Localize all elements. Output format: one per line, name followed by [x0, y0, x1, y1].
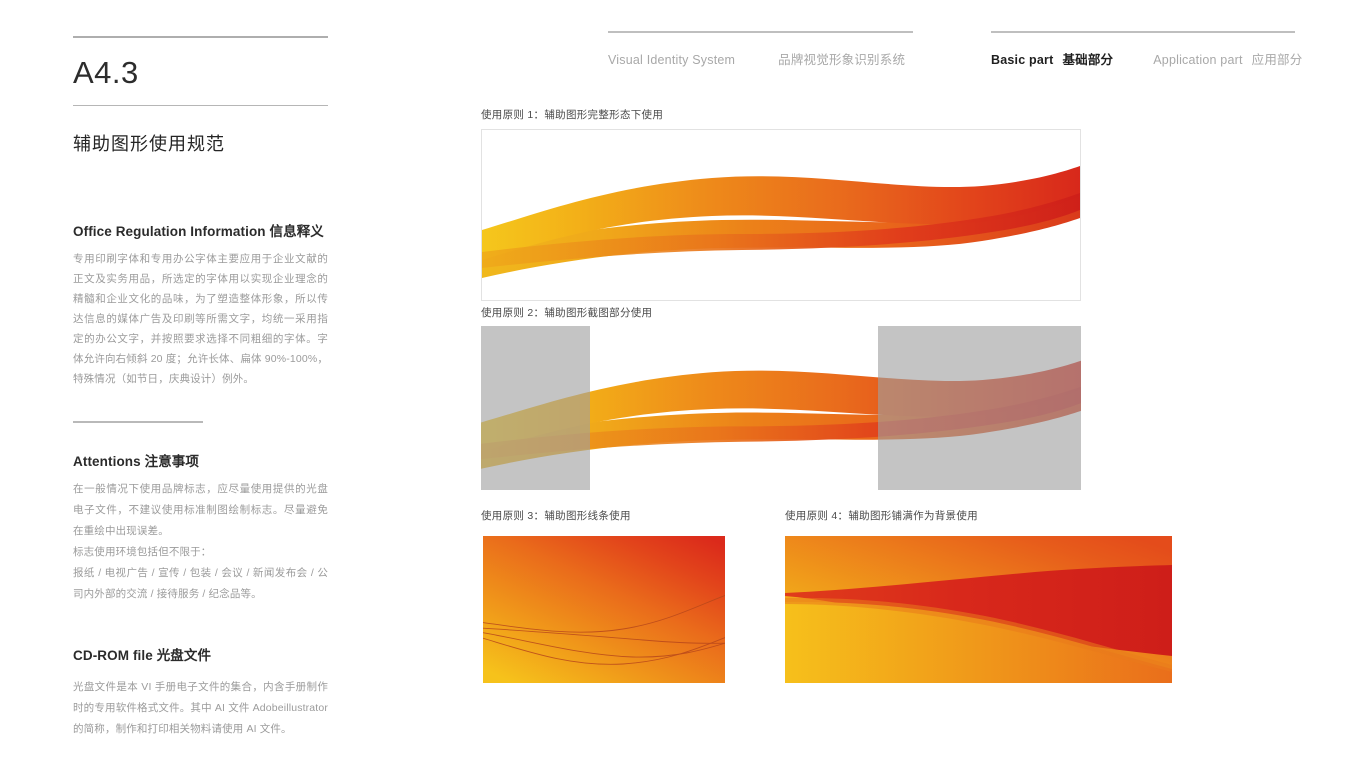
- chapter-top-rule: [73, 36, 328, 38]
- section-body-cdrom-file: 光盘文件是本 VI 手册电子文件的集合，内含手册制作时的专用软件格式文件。其中 …: [73, 681, 328, 735]
- line-graphic: [483, 536, 725, 683]
- panel-caption-4: 使用原则 4：辅助图形铺满作为背景使用: [785, 510, 978, 522]
- header-label-vis-en: Visual Identity System: [608, 53, 736, 67]
- panel-caption-3: 使用原则 3：辅助图形线条使用: [481, 510, 631, 522]
- section-heading-attentions: Attentions 注意事项: [73, 454, 199, 469]
- panel-caption-1: 使用原则 1：辅助图形完整形态下使用: [481, 109, 664, 121]
- nav-basic-part-en[interactable]: Basic part: [991, 53, 1053, 67]
- section-cdrom-file: CD-ROM file 光盘文件 光盘文件是本 VI 手册电子文件的集合，内含手…: [73, 644, 328, 740]
- nav-application-part-en[interactable]: Application part: [1153, 53, 1242, 67]
- header-items-left: Visual Identity System 品牌视觉形象识别系统: [608, 49, 913, 68]
- panel-1-full-form: [481, 129, 1081, 301]
- header-rule-left: [608, 31, 913, 33]
- header-rule-right: [991, 31, 1295, 33]
- brand-guideline-page: A4.3 辅助图形使用规范 Office Regulation Informat…: [0, 0, 1366, 768]
- left-column: A4.3 辅助图形使用规范 Office Regulation Informat…: [73, 36, 328, 740]
- panel-2-cropped-form: [481, 326, 1081, 490]
- header-group-parts: Basic part 基础部分 Application part 应用部分: [991, 31, 1302, 68]
- section-heading-cdrom-file: CD-ROM file 光盘文件: [73, 648, 212, 663]
- chapter-bottom-rule: [73, 105, 328, 106]
- background-fill-graphic: [785, 536, 1172, 683]
- nav-application-part-cn[interactable]: 应用部分: [1252, 49, 1303, 68]
- nav-basic-part-cn[interactable]: 基础部分: [1062, 49, 1113, 68]
- chapter-code: A4.3: [73, 55, 139, 90]
- header-label-vis-cn: 品牌视觉形象识别系统: [778, 53, 906, 67]
- crop-mask-left: [481, 326, 590, 490]
- section-body-attentions-line3: 报纸 / 电视广告 / 宣传 / 包装 / 会议 / 新闻发布会 / 公司内外部…: [73, 567, 328, 600]
- panel-4-background-form: [785, 536, 1172, 683]
- section-body-attentions: 在一般情况下使用品牌标志，应尽量使用提供的光盘电子文件，不建议使用标准制图绘制标…: [73, 483, 328, 537]
- section-attentions: Attentions 注意事项 在一般情况下使用品牌标志，应尽量使用提供的光盘电…: [73, 450, 328, 605]
- ribbon-graphic-full: [482, 166, 1080, 278]
- section-body-attentions-line2: 标志使用环境包括但不限于：: [73, 546, 212, 558]
- section-body-office-regulation: 专用印刷字体和专用办公字体主要应用于企业文献的正文及实务用品，所选定的字体用以实…: [73, 253, 328, 385]
- section-office-regulation: Office Regulation Information 信息释义 专用印刷字…: [73, 220, 328, 389]
- crop-mask-right: [878, 326, 1081, 490]
- panel-caption-2: 使用原则 2：辅助图形截图部分使用: [481, 307, 653, 319]
- section-heading-office-regulation: Office Regulation Information 信息释义: [73, 224, 324, 239]
- page-title: 辅助图形使用规范: [73, 134, 225, 154]
- section-divider-1: [73, 421, 203, 423]
- header-items-right: Basic part 基础部分 Application part 应用部分: [991, 49, 1302, 68]
- panel-3-line-form: [483, 536, 725, 683]
- header-group-vis: Visual Identity System 品牌视觉形象识别系统: [608, 31, 913, 68]
